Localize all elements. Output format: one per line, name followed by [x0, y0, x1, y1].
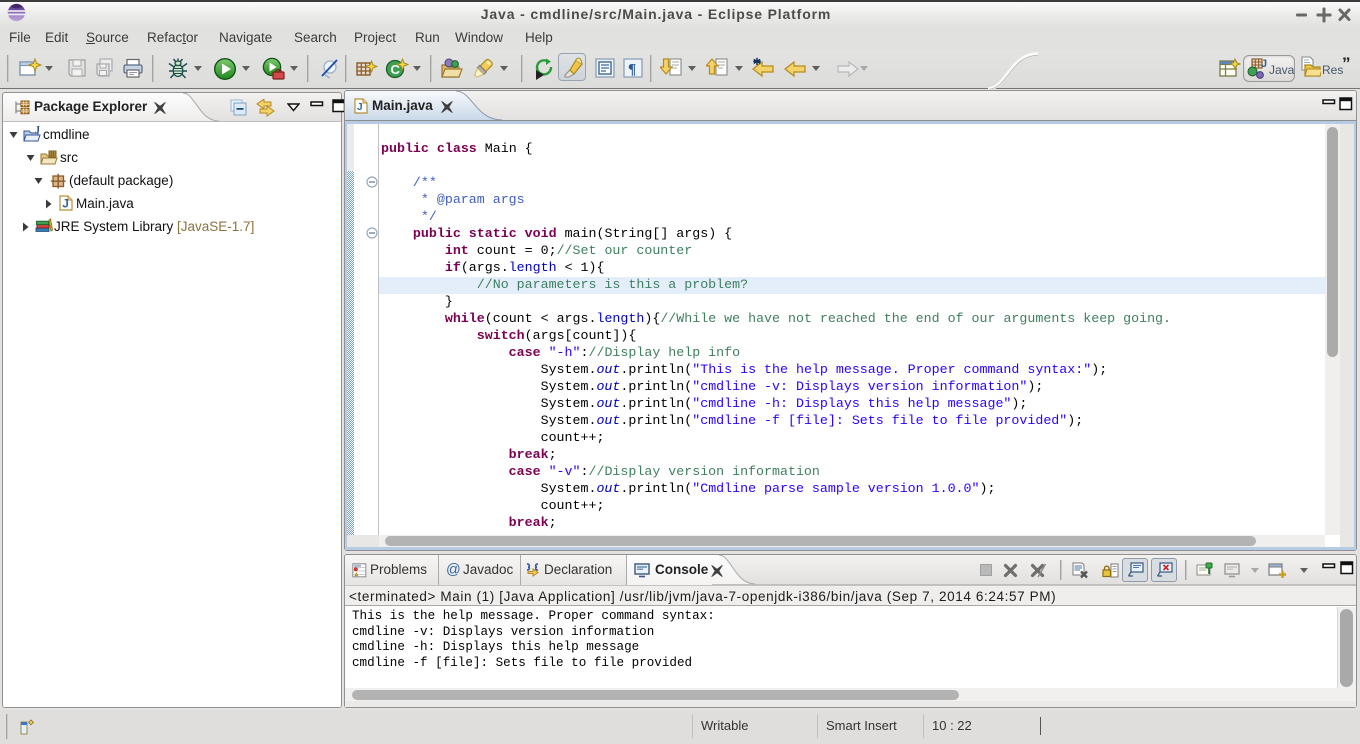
svg-text:J: J: [35, 126, 40, 136]
svg-text:J: J: [62, 199, 68, 211]
svg-text:¶: ¶: [628, 62, 636, 78]
svg-text:J: J: [1261, 58, 1267, 70]
svg-text:J: J: [357, 102, 363, 113]
